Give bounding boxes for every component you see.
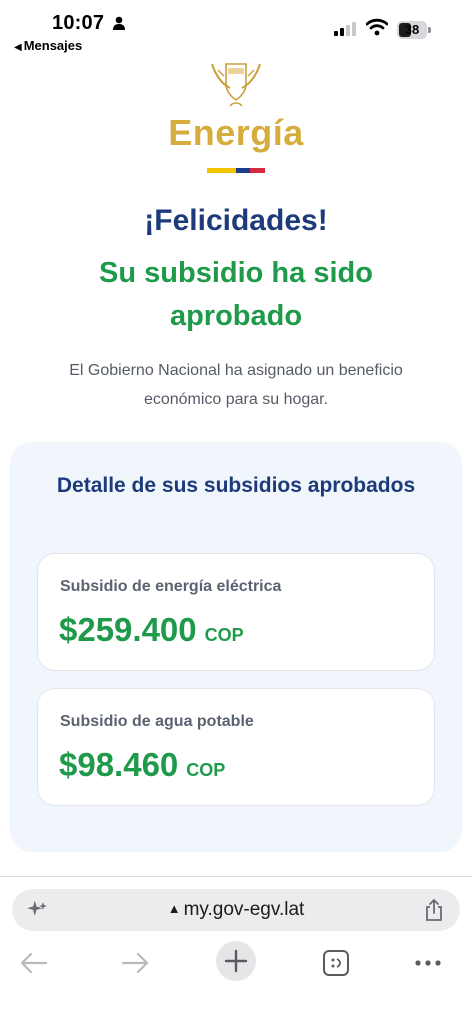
url-text: my.gov-egv.lat bbox=[183, 899, 305, 920]
address-bar[interactable]: ▲ my.gov-egv.lat bbox=[12, 889, 460, 931]
congrats-heading: ¡Felicidades! bbox=[144, 204, 328, 237]
brand-title: Energía bbox=[168, 112, 304, 153]
new-tab-button[interactable] bbox=[216, 941, 256, 981]
tabs-icon[interactable] bbox=[322, 949, 350, 977]
coat-of-arms-icon bbox=[211, 63, 261, 107]
subsidy-currency: COP bbox=[186, 760, 226, 780]
subsidy-amount: $259.400 COP bbox=[59, 611, 244, 649]
battery-icon: 38 bbox=[397, 21, 431, 39]
battery-tip bbox=[428, 27, 431, 33]
back-arrow-icon[interactable] bbox=[20, 952, 48, 974]
flag-stripe bbox=[207, 168, 265, 173]
back-app-label: Mensajes bbox=[23, 38, 83, 53]
plus-icon bbox=[224, 949, 248, 973]
back-to-app-link[interactable]: ◀ Mensajes bbox=[14, 38, 82, 53]
signal-icon bbox=[334, 22, 356, 36]
subsidy-label: Subsidio de energía eléctrica bbox=[60, 578, 282, 595]
forward-arrow-icon[interactable] bbox=[121, 952, 149, 974]
browser-toolbar bbox=[0, 940, 472, 986]
page: 10:07 ◀ Mensajes 38 Energía ¡Felicidades… bbox=[0, 0, 472, 1024]
person-icon bbox=[113, 16, 125, 30]
intro-text: El Gobierno Nacional ha asignado un bene… bbox=[69, 362, 403, 408]
subsidy-amount: $98.460 COP bbox=[59, 746, 225, 784]
share-icon[interactable] bbox=[424, 898, 444, 922]
subsidy-amount-value: $259.400 bbox=[59, 611, 197, 648]
status-bar: 10:07 ◀ Mensajes 38 bbox=[0, 0, 472, 60]
back-triangle-icon: ◀ bbox=[14, 42, 22, 53]
subsidy-item-electricity: Subsidio de energía eléctrica $259.400 CO… bbox=[37, 553, 435, 671]
url-display[interactable]: ▲ my.gov-egv.lat bbox=[12, 899, 460, 921]
details-title: Detalle de sus subsidios aprobados bbox=[56, 474, 416, 497]
flag-red bbox=[250, 168, 265, 173]
subsidy-currency: COP bbox=[204, 625, 244, 645]
subsidy-item-water: Subsidio de agua potable $98.460 COP bbox=[37, 688, 435, 806]
wifi-icon bbox=[366, 18, 388, 36]
approval-heading: Su subsidio ha sido aprobado bbox=[99, 257, 373, 332]
warning-icon: ▲ bbox=[167, 901, 181, 916]
flag-yellow bbox=[207, 168, 236, 173]
subsidy-amount-value: $98.460 bbox=[59, 746, 179, 783]
subsidy-label: Subsidio de agua potable bbox=[60, 713, 254, 730]
flag-blue bbox=[236, 168, 250, 173]
subsidy-details-card: Detalle de sus subsidios aprobados Subsi… bbox=[10, 442, 462, 852]
status-time: 10:07 bbox=[52, 12, 105, 34]
more-icon[interactable] bbox=[414, 959, 442, 967]
battery-percent: 38 bbox=[404, 22, 420, 37]
browser-divider bbox=[0, 876, 472, 877]
